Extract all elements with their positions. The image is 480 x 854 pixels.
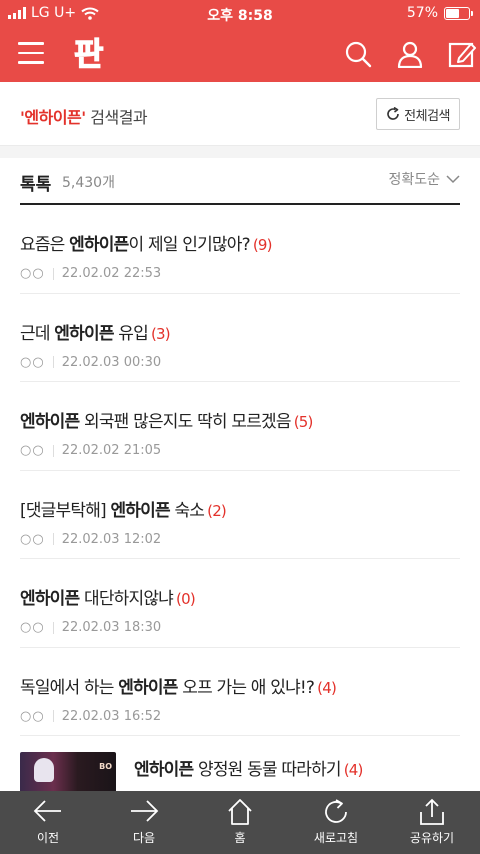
comment-count: (2) [207, 501, 227, 520]
item-meta: ○○ 22.02.02 22:53 [20, 266, 161, 281]
list-item[interactable]: 독일에서 하는 엔하이픈 오프 가는 애 있냐!? (4) ○○ 22.02.03 … [20, 648, 460, 736]
item-keyword: 엔하이픈 [110, 500, 170, 521]
top-navbar: 판 [0, 26, 480, 82]
search-result-suffix: 검색결과 [85, 108, 148, 127]
refresh-icon [387, 107, 399, 120]
list-item[interactable]: 엔하이픈 대단하지않냐 (0) ○○ 22.02.03 18:30 [20, 559, 460, 648]
item-author: ○○ [20, 531, 45, 547]
forward-button[interactable]: 다음 [96, 791, 192, 854]
item-author: ○○ [20, 620, 45, 635]
refresh-button[interactable]: 새로고침 [288, 791, 384, 854]
item-title-pre: [댓글부탁해] [20, 500, 111, 521]
section-divider [0, 146, 480, 158]
item-keyword: 엔하이픈 [134, 760, 194, 780]
item-date: 22.02.03 00:30 [61, 354, 162, 370]
item-meta: ○○ 22.02.03 12:02 [20, 532, 161, 547]
forward-label: 다음 [132, 831, 156, 845]
item-author: ○○ [20, 443, 45, 458]
item-title-post: 오프 가는 애 있냐!? [177, 677, 315, 698]
bottom-toolbar: 이전 다음 홈 새로고침 공유하기 [0, 791, 480, 854]
result-count: 5,430개 [62, 175, 115, 191]
item-title[interactable]: 엔하이픈 외국팬 많은지도 딱히 모르겠음 (5) [20, 407, 313, 432]
list-item[interactable]: 요즘은 엔하이픈이 제일 인기많아? (9) ○○ 22.02.02 22:53 [20, 205, 460, 294]
write-icon[interactable] [448, 40, 476, 68]
item-title-pre: 요즘은 [20, 235, 70, 255]
item-title[interactable]: 엔하이픈 대단하지않냐 (0) [20, 584, 196, 609]
item-title-post: 숙소 [169, 500, 205, 521]
item-title-post: 이 제일 인기많아? [128, 235, 251, 255]
item-meta: ○○ 22.02.02 21:05 [20, 443, 161, 458]
item-title[interactable]: 독일에서 하는 엔하이픈 오프 가는 애 있냐!? (4) [20, 673, 337, 698]
svg-text:판: 판 [74, 35, 103, 72]
comment-count: (4) [317, 678, 337, 697]
share-icon [420, 798, 444, 825]
sort-dropdown[interactable]: 정확도순 [388, 169, 460, 189]
all-search-button[interactable]: 전체검색 [376, 98, 460, 130]
item-title[interactable]: 근데 엔하이픈 유입 (3) [20, 319, 171, 344]
all-search-label: 전체검색 [404, 108, 450, 124]
item-title-pre: 독일에서 하는 [20, 677, 119, 698]
back-label: 이전 [36, 831, 60, 845]
share-button[interactable]: 공유하기 [384, 791, 480, 854]
list-item[interactable]: [댓글부탁해] 엔하이픈 숙소 (2) ○○ 22.02.03 12:02 [20, 471, 460, 559]
user-icon[interactable] [396, 40, 424, 68]
item-date: 22.02.02 22:53 [61, 266, 162, 281]
search-result-label: '엔하이픈' 검색결과 [20, 104, 148, 128]
item-title-pre: 근데 [20, 323, 55, 344]
refresh-icon [325, 799, 347, 823]
home-button[interactable]: 홈 [192, 791, 288, 854]
item-keyword: 엔하이픈 [69, 235, 129, 255]
item-date: 22.02.02 21:05 [61, 443, 162, 458]
comment-count: (9) [252, 236, 273, 254]
item-title[interactable]: 요즘은 엔하이픈이 제일 인기많아? (9) [20, 230, 272, 255]
battery-percent: 57% [406, 5, 438, 21]
status-bar: LG U+ 오후 8:58 57% [0, 0, 480, 26]
chevron-down-icon [446, 174, 460, 183]
item-author: ○○ [20, 354, 45, 370]
item-title-post: 유입 [113, 323, 149, 344]
status-right: 57% [406, 5, 473, 21]
item-keyword: 엔하이픈 [20, 412, 80, 432]
item-author: ○○ [20, 708, 45, 724]
item-title-post: 양정원 동물 따라하기 [193, 760, 342, 780]
back-button[interactable]: 이전 [0, 791, 96, 854]
comment-count: (4) [343, 761, 364, 779]
item-meta: ○○ 22.02.03 00:30 [20, 355, 161, 370]
arrow-right-icon [131, 800, 159, 822]
home-label: 홈 [234, 831, 246, 845]
search-result-bar: '엔하이픈' 검색결과 전체검색 [0, 82, 480, 146]
item-title[interactable]: 엔하이픈 양정원 동물 따라하기 (4) [134, 755, 363, 780]
item-title-post: 대단하지않냐 [79, 589, 174, 609]
item-keyword: 엔하이픈 [20, 589, 80, 609]
menu-icon[interactable] [18, 42, 44, 64]
result-list: 요즘은 엔하이픈이 제일 인기많아? (9) ○○ 22.02.02 22:53 근… [20, 205, 460, 825]
list-item[interactable]: 근데 엔하이픈 유입 (3) ○○ 22.02.03 00:30 [20, 294, 460, 382]
item-date: 22.02.03 18:30 [61, 620, 162, 635]
list-item[interactable]: 엔하이픈 외국팬 많은지도 딱히 모르겠음 (5) ○○ 22.02.02 21:0… [20, 382, 460, 471]
item-meta: ○○ 22.02.03 18:30 [20, 620, 161, 635]
section-title: 톡톡 [20, 175, 52, 195]
item-date: 22.02.03 12:02 [61, 531, 162, 547]
item-keyword: 엔하이픈 [118, 677, 178, 698]
home-icon [228, 799, 252, 825]
item-keyword: 엔하이픈 [54, 323, 114, 344]
share-label: 공유하기 [409, 831, 455, 845]
sort-label: 정확도순 [388, 172, 440, 188]
thumbnail-text: BO [99, 762, 112, 771]
item-date: 22.02.03 16:52 [61, 708, 162, 724]
battery-icon [444, 6, 473, 20]
comment-count: (0) [176, 590, 196, 608]
comment-count: (5) [293, 413, 314, 431]
comment-count: (3) [150, 324, 171, 343]
item-title-post: 외국팬 많은지도 딱히 모르겠음 [79, 412, 292, 432]
pann-logo[interactable]: 판 [72, 32, 108, 72]
item-author: ○○ [20, 266, 45, 281]
item-meta: ○○ 22.02.03 16:52 [20, 709, 161, 724]
arrow-left-icon [33, 800, 61, 822]
refresh-label: 새로고침 [313, 831, 359, 845]
search-icon[interactable] [344, 40, 372, 68]
section-header: 톡톡 5,430개 정확도순 [20, 158, 460, 205]
item-title[interactable]: [댓글부탁해] 엔하이픈 숙소 (2) [20, 496, 227, 521]
search-keyword: '엔하이픈' [20, 108, 86, 127]
